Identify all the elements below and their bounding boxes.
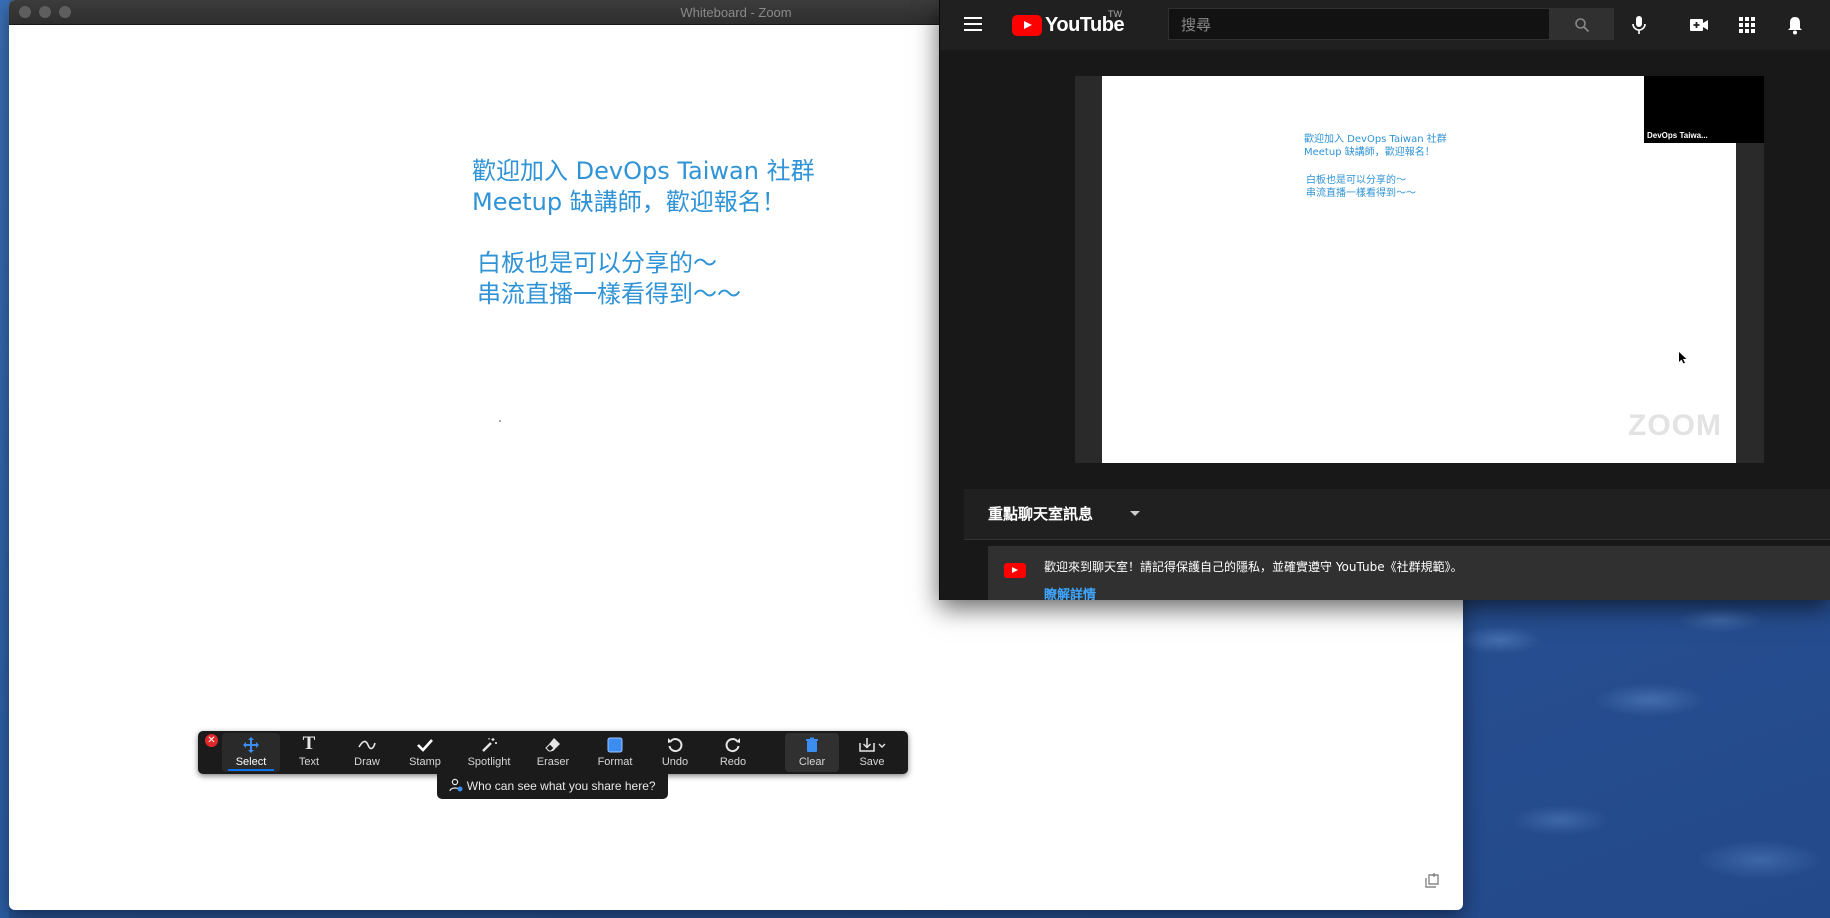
participant-video-thumbnail: DevOps Taiwa... xyxy=(1644,76,1764,143)
participant-name: DevOps Taiwa... xyxy=(1647,131,1708,140)
youtube-header: YouTube TW 搜尋 xyxy=(940,0,1830,50)
format-label: Format xyxy=(597,756,633,768)
close-toolbar-icon[interactable]: ✕ xyxy=(205,734,218,747)
trash-icon xyxy=(785,733,839,755)
text-t-icon: T xyxy=(302,733,316,754)
spotlight-label: Spotlight xyxy=(467,756,511,768)
chat-header[interactable]: 重點聊天室訊息 xyxy=(964,489,1830,540)
save-download-icon xyxy=(842,733,902,755)
select-tool-button[interactable]: Select xyxy=(222,733,280,772)
share-corner-icon[interactable] xyxy=(1423,872,1441,890)
move-arrows-icon xyxy=(222,733,280,755)
person-icon xyxy=(449,778,466,793)
redo-button[interactable]: Redo xyxy=(704,733,762,772)
youtube-browser-window[interactable]: YouTube TW 搜尋 歡迎加入 DevOps Taiwan 社群 Meet… xyxy=(939,0,1830,600)
spotlight-tool-button[interactable]: Spotlight xyxy=(456,733,522,772)
undo-button[interactable]: Undo xyxy=(646,733,704,772)
microphone-icon[interactable] xyxy=(1628,14,1650,36)
stream-text-line-2: Meetup 缺講師，歡迎報名！ xyxy=(1304,147,1435,158)
draw-tool-button[interactable]: Draw xyxy=(338,733,396,772)
clear-label: Clear xyxy=(798,756,826,768)
eraser-tool-button[interactable]: Eraser xyxy=(522,733,584,772)
whiteboard-dot xyxy=(499,420,501,422)
create-video-icon[interactable] xyxy=(1688,14,1710,36)
mouse-cursor-icon xyxy=(1679,352,1687,364)
whiteboard-text-line-4: 串流直播一樣看得到～～ xyxy=(477,280,741,308)
redo-icon xyxy=(704,733,762,755)
undo-label: Undo xyxy=(661,756,689,768)
stamp-tool-button[interactable]: Stamp xyxy=(396,733,454,772)
zoom-watermark: ZOOM xyxy=(1628,409,1722,442)
search-icon xyxy=(1575,18,1590,33)
select-label: Select xyxy=(235,756,267,768)
redo-label: Redo xyxy=(719,756,747,768)
shared-whiteboard-stream: 歡迎加入 DevOps Taiwan 社群 Meetup 缺講師，歡迎報名！ 白… xyxy=(1102,76,1736,463)
stream-text-line-3: 白板也是可以分享的～ xyxy=(1306,175,1406,186)
whiteboard-text-line-1: 歡迎加入 DevOps Taiwan 社群 xyxy=(472,157,815,185)
video-player[interactable]: 歡迎加入 DevOps Taiwan 社群 Meetup 缺講師，歡迎報名！ 白… xyxy=(1075,76,1764,463)
color-swatch-icon xyxy=(584,733,646,755)
chat-welcome-message: 歡迎來到聊天室！請記得保護自己的隱私，並確實遵守 YouTube《社群規範》。 xyxy=(1044,560,1463,574)
desktop-edge xyxy=(0,0,9,918)
hamburger-menu-icon[interactable] xyxy=(964,16,982,32)
search-button[interactable] xyxy=(1550,8,1614,40)
eraser-icon xyxy=(522,733,584,755)
format-tool-button[interactable]: Format xyxy=(584,733,646,772)
annotation-toolbar: ✕ Select T Text Draw Stamp Spotlight Era… xyxy=(198,731,908,774)
text-tool-button[interactable]: T Text xyxy=(280,733,338,772)
draw-label: Draw xyxy=(354,756,380,768)
text-label: Text xyxy=(298,756,320,768)
apps-grid-icon[interactable] xyxy=(1736,14,1758,36)
youtube-small-icon xyxy=(1004,563,1026,578)
region-code: TW xyxy=(1108,9,1122,19)
stream-text-line-1: 歡迎加入 DevOps Taiwan 社群 xyxy=(1304,134,1447,145)
tooltip-text: Who can see what you share here? xyxy=(466,779,656,793)
chat-mode-title: 重點聊天室訊息 xyxy=(988,505,1094,523)
stream-text-line-4: 串流直播一樣看得到～～ xyxy=(1306,188,1416,199)
checkmark-icon xyxy=(396,733,454,755)
stamp-label: Stamp xyxy=(409,756,441,768)
learn-more-link[interactable]: 瞭解詳情 xyxy=(1044,584,1096,600)
save-button[interactable]: Save xyxy=(842,733,902,772)
eraser-label: Eraser xyxy=(536,756,570,768)
notifications-bell-icon[interactable] xyxy=(1784,14,1806,36)
whiteboard-text-line-3: 白板也是可以分享的～ xyxy=(477,249,717,277)
clear-button[interactable]: Clear xyxy=(785,733,839,772)
undo-icon xyxy=(646,733,704,755)
whiteboard-text-line-2: Meetup 缺講師，歡迎報名！ xyxy=(472,188,786,216)
share-visibility-tooltip[interactable]: Who can see what you share here? xyxy=(437,774,668,799)
save-label: Save xyxy=(859,756,885,768)
chat-welcome-banner: 歡迎來到聊天室！請記得保護自己的隱私，並確實遵守 YouTube《社群規範》。 … xyxy=(988,546,1830,600)
youtube-logo[interactable]: YouTube TW xyxy=(1012,9,1125,37)
chevron-down-icon[interactable] xyxy=(1130,511,1140,516)
magic-wand-icon xyxy=(456,733,522,755)
search-input[interactable]: 搜尋 xyxy=(1168,8,1550,40)
draw-squiggle-icon xyxy=(338,733,396,755)
youtube-play-icon xyxy=(1012,14,1042,36)
